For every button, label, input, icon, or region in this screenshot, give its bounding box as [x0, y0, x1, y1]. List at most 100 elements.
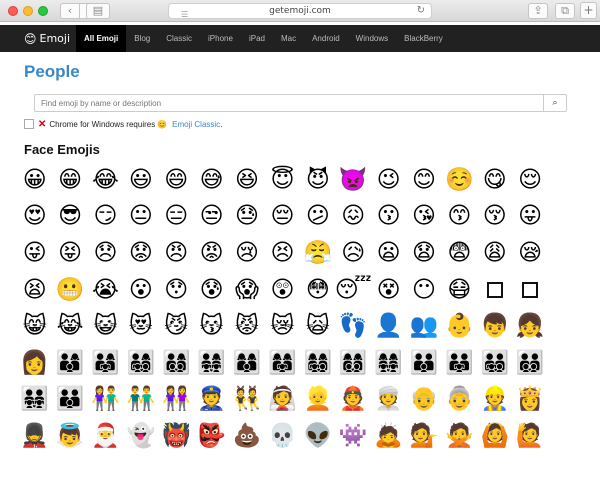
nav-item-classic[interactable]: Classic	[158, 25, 200, 52]
emoji-item[interactable]: 😠	[159, 235, 194, 272]
emoji-item[interactable]: 👨‍👨‍👧	[442, 345, 477, 382]
emoji-item[interactable]: 🙋	[512, 418, 547, 455]
emoji-item[interactable]: 👥	[406, 308, 441, 345]
emoji-item[interactable]: 👫	[88, 382, 123, 419]
emoji-item[interactable]: 👾	[336, 418, 371, 455]
emoji-item[interactable]: 👤	[371, 308, 406, 345]
emoji-item[interactable]: ☺️	[442, 162, 477, 199]
emoji-item[interactable]: 😇	[265, 162, 300, 199]
emoji-item[interactable]: 😆	[229, 162, 264, 199]
emoji-item[interactable]: 👨‍👩‍👧‍👦	[123, 345, 158, 382]
emoji-item[interactable]: 😝	[52, 235, 87, 272]
emoji-item[interactable]: 😙	[442, 199, 477, 236]
emoji-item[interactable]: 😽	[194, 308, 229, 345]
minimize-window-button[interactable]	[23, 6, 33, 16]
emoji-item[interactable]: 👯	[229, 382, 264, 419]
emoji-item[interactable]: 👨‍👩‍👧‍👧	[194, 345, 229, 382]
emoji-item[interactable]: 👱	[300, 382, 335, 419]
emoji-item[interactable]: 😤	[300, 235, 335, 272]
emoji-item[interactable]: 👩‍👩‍👧‍👧	[371, 345, 406, 382]
emoji-item[interactable]: 👨‍👨‍👧‍👦	[477, 345, 512, 382]
emoji-item[interactable]: 👬	[123, 382, 158, 419]
emoji-item[interactable]: 😴	[336, 272, 371, 309]
emoji-item[interactable]	[477, 272, 512, 309]
emoji-item[interactable]: 🙆	[477, 418, 512, 455]
emoji-item[interactable]: 😩	[477, 235, 512, 272]
emoji-item[interactable]: 😻	[123, 308, 158, 345]
emoji-item[interactable]: 😞	[88, 235, 123, 272]
emoji-item[interactable]: 😣	[265, 235, 300, 272]
emoji-item[interactable]: 👮	[194, 382, 229, 419]
emoji-item[interactable]: 👰	[265, 382, 300, 419]
emoji-item[interactable]: 😷	[442, 272, 477, 309]
emoji-item[interactable]: 👨‍👩‍👦	[52, 345, 87, 382]
emoji-item[interactable]: 😑	[159, 199, 194, 236]
emoji-item[interactable]: 😈	[300, 162, 335, 199]
emoji-item[interactable]: 😾	[229, 308, 264, 345]
emoji-item[interactable]: 👴	[406, 382, 441, 419]
emoji-item[interactable]: 😘	[406, 199, 441, 236]
reload-icon[interactable]: ↻	[417, 4, 425, 18]
emoji-item[interactable]: 👨‍👨‍👦‍👦	[512, 345, 547, 382]
emoji-item[interactable]: 😜	[17, 235, 52, 272]
emoji-item[interactable]: 😥	[336, 235, 371, 272]
emoji-item[interactable]: 😨	[442, 235, 477, 272]
emoji-item[interactable]: 😁	[52, 162, 87, 199]
emoji-item[interactable]: 😂	[88, 162, 123, 199]
nav-item-all-emoji[interactable]: All Emoji	[76, 25, 127, 52]
emoji-item[interactable]: 💀	[265, 418, 300, 455]
share-icon[interactable]: ⇪	[528, 3, 548, 19]
address-bar[interactable]: ☰ getemoji.com ↻	[168, 3, 432, 19]
nav-item-android[interactable]: Android	[304, 25, 348, 52]
emoji-item[interactable]: 😲	[265, 272, 300, 309]
emoji-item[interactable]: 💩	[229, 418, 264, 455]
emoji-item[interactable]: 👭	[159, 382, 194, 419]
nav-item-mac[interactable]: Mac	[273, 25, 304, 52]
emoji-item[interactable]: 👲	[336, 382, 371, 419]
emoji-item[interactable]: 😐	[123, 199, 158, 236]
search-button[interactable]: ⌕	[543, 94, 567, 112]
emoji-item[interactable]: 👩‍👩‍👧	[265, 345, 300, 382]
emoji-item[interactable]: 👼	[52, 418, 87, 455]
emoji-item[interactable]: 👷	[477, 382, 512, 419]
emoji-item[interactable]: 😖	[336, 199, 371, 236]
emoji-item[interactable]: 😶	[406, 272, 441, 309]
emoji-item[interactable]: 👻	[123, 418, 158, 455]
emoji-item[interactable]: 😢	[229, 235, 264, 272]
emoji-classic-link[interactable]: Emoji Classic	[172, 120, 220, 129]
emoji-item[interactable]: 😒	[194, 199, 229, 236]
reader-icon[interactable]: ☰	[181, 8, 188, 22]
emoji-item[interactable]: 👿	[336, 162, 371, 199]
emoji-item[interactable]: 😯	[159, 272, 194, 309]
emoji-item[interactable]: 👸	[512, 382, 547, 419]
new-tab-icon[interactable]: +	[580, 2, 597, 19]
emoji-item[interactable]: 😹	[52, 308, 87, 345]
emoji-item[interactable]: 😃	[123, 162, 158, 199]
emoji-item[interactable]: 😵	[371, 272, 406, 309]
emoji-item[interactable]: 😱	[229, 272, 264, 309]
emoji-item[interactable]: 😺	[88, 308, 123, 345]
nav-item-blackberry[interactable]: BlackBerry	[396, 25, 451, 52]
emoji-item[interactable]: 😗	[371, 199, 406, 236]
emoji-item[interactable]: 😉	[371, 162, 406, 199]
emoji-item[interactable]: 😔	[265, 199, 300, 236]
emoji-item[interactable]: 😸	[17, 308, 52, 345]
emoji-item[interactable]: 👳	[371, 382, 406, 419]
emoji-item[interactable]: 👨‍👩‍👦‍👦	[159, 345, 194, 382]
emoji-item[interactable]	[512, 272, 547, 309]
emoji-item[interactable]: 👩	[17, 345, 52, 382]
emoji-item[interactable]: 😦	[371, 235, 406, 272]
emoji-item[interactable]: 😼	[159, 308, 194, 345]
emoji-item[interactable]: 😅	[194, 162, 229, 199]
emoji-item[interactable]: 🙀	[300, 308, 335, 345]
nav-item-windows[interactable]: Windows	[348, 25, 396, 52]
emoji-item[interactable]: 👵	[442, 382, 477, 419]
emoji-item[interactable]: 👽	[300, 418, 335, 455]
emoji-item[interactable]: 👺	[194, 418, 229, 455]
emoji-item[interactable]: 😕	[300, 199, 335, 236]
emoji-item[interactable]: 😭	[88, 272, 123, 309]
emoji-item[interactable]: 😰	[194, 272, 229, 309]
emoji-item[interactable]: 😌	[512, 162, 547, 199]
emoji-item[interactable]: 😀	[17, 162, 52, 199]
emoji-item[interactable]: 😧	[406, 235, 441, 272]
